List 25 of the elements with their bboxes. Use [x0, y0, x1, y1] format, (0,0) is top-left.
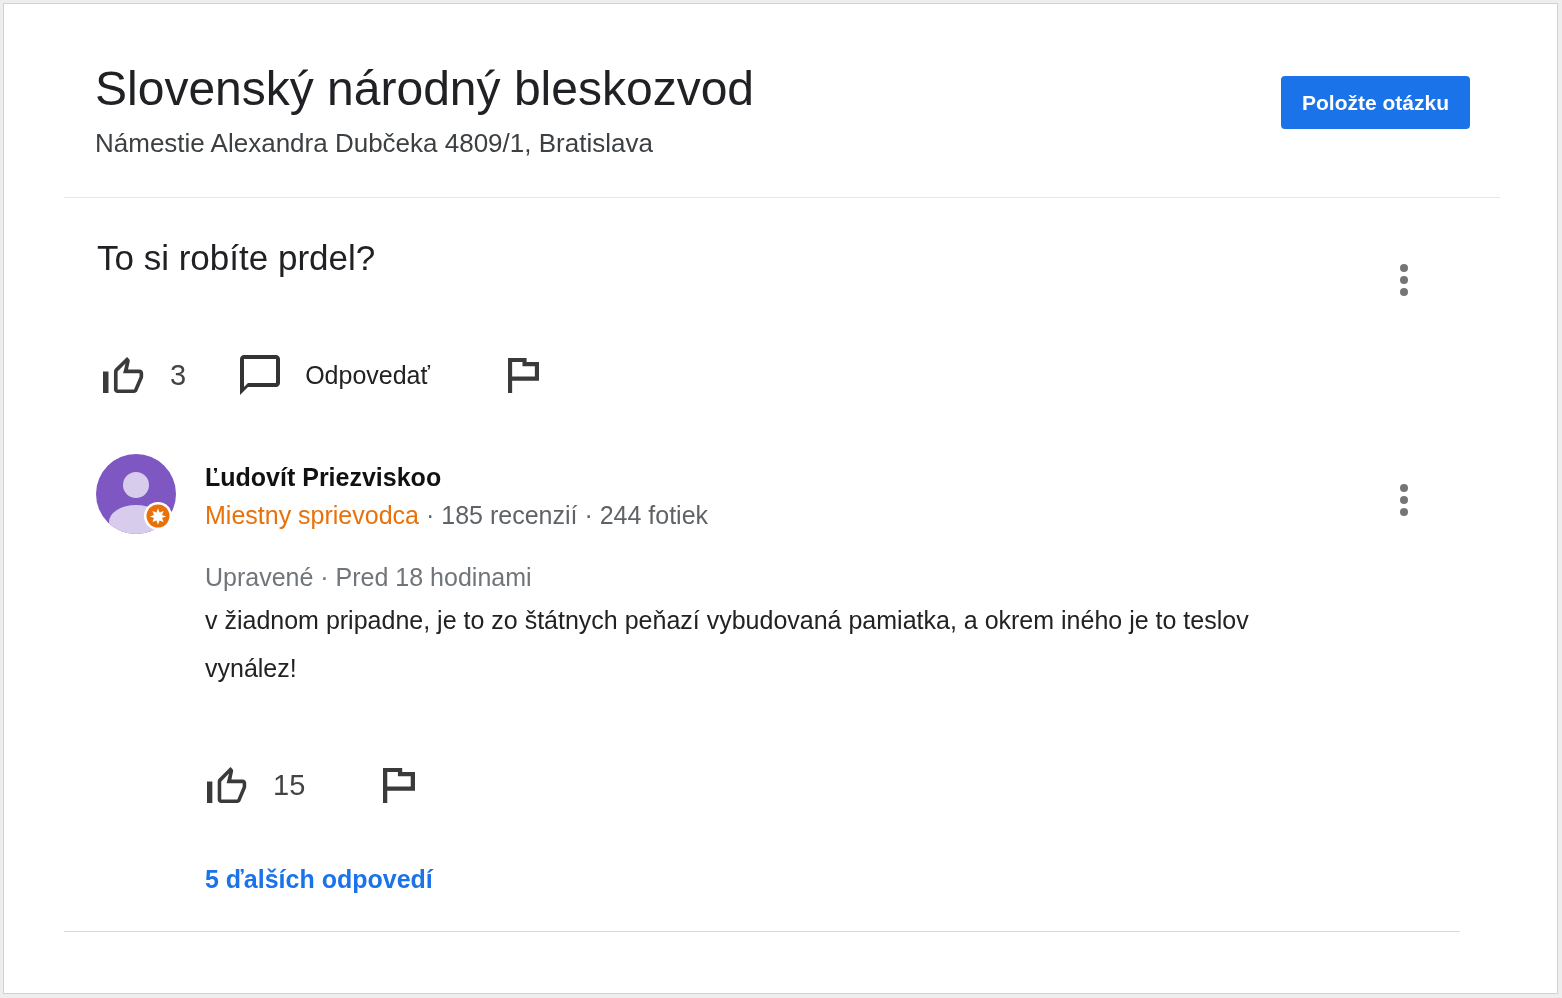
question-text: To si robíte prdel?: [97, 237, 377, 279]
more-options-button[interactable]: [1398, 263, 1410, 297]
comment-icon: [240, 355, 281, 395]
report-button[interactable]: [383, 767, 416, 803]
more-vert-icon: [1398, 263, 1410, 297]
place-address: Námestie Alexandra Dubčeka 4809/1, Bratislava: [95, 127, 654, 159]
reply-button[interactable]: Odpovedať: [240, 355, 430, 395]
answer-text: v žiadnom pripadne, je to zo štátnych peňazí vybudovaná pamiatka, a okrem iného je to teslov vynález!: [205, 605, 1250, 684]
star-badge-icon: [144, 502, 172, 530]
flag-icon: [383, 767, 416, 803]
more-vert-icon: [1398, 483, 1410, 517]
author-name[interactable]: Ľudovít Priezviskoo: [205, 458, 442, 496]
local-guide-label: Miestny sprievodca: [205, 501, 419, 529]
more-options-button[interactable]: [1398, 483, 1410, 517]
thumbs-up-icon: [207, 767, 248, 803]
place-title: Slovenský národný bleskozvod: [95, 61, 755, 117]
like-button[interactable]: 15: [207, 767, 306, 803]
answer-timestamp: Upravené · Pred 18 hodinami: [205, 562, 533, 593]
flag-icon: [507, 357, 539, 393]
profile-stats: · 185 recenzií · 244 fotiek: [426, 501, 709, 529]
thumbs-up-icon: [103, 357, 145, 393]
more-replies-link[interactable]: 5 ďalších odpovedí: [205, 865, 433, 893]
ask-question-button[interactable]: Položte otázku: [1281, 76, 1470, 129]
like-button[interactable]: 3: [103, 357, 187, 393]
report-button[interactable]: [507, 357, 539, 393]
